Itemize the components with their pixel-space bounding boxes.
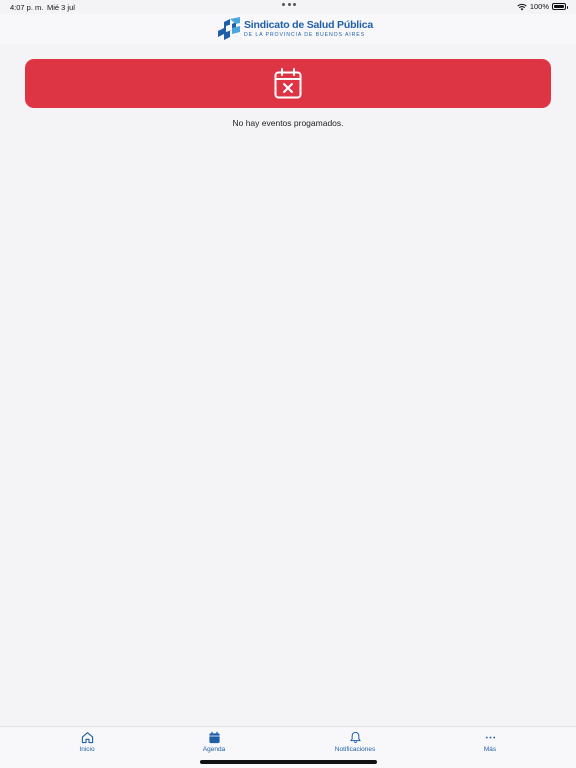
tab-inicio[interactable]: Inicio <box>42 731 132 753</box>
battery-level <box>554 5 564 8</box>
battery-percentage: 100% <box>529 2 549 11</box>
battery-icon <box>552 3 568 10</box>
empty-events-message: No hay eventos progamados. <box>232 118 344 128</box>
home-indicator[interactable] <box>200 760 377 764</box>
calendar-icon <box>208 731 220 744</box>
more-icon <box>485 736 495 739</box>
empty-state-banner <box>25 59 551 108</box>
bell-icon <box>349 731 361 743</box>
tab-label-mas: Más <box>483 746 497 753</box>
tab-bar: Inicio Agenda Notificaciones Más <box>0 726 576 768</box>
app-header: Sindicato de Salud Pública DE LA PROVINC… <box>0 14 576 44</box>
logo-cross-icon <box>218 17 240 40</box>
union-logo: Sindicato de Salud Pública DE LA PROVINC… <box>218 16 373 42</box>
status-indicators: 100% <box>517 2 568 11</box>
tab-label-inicio: Inicio <box>79 746 95 753</box>
tab-mas[interactable]: Más <box>445 731 535 753</box>
tab-label-notificaciones: Notificaciones <box>334 746 376 753</box>
calendar-x-icon <box>274 67 302 98</box>
wifi-icon <box>517 3 527 10</box>
tab-notificaciones[interactable]: Notificaciones <box>310 731 400 753</box>
status-date: Mié 3 jul <box>47 3 75 12</box>
tab-agenda[interactable]: Agenda <box>169 731 259 753</box>
logo-subtitle: DE LA PROVINCIA DE BUENOS AIRES <box>244 31 366 38</box>
multitasking-dots-icon[interactable] <box>282 3 296 7</box>
status-time: 4:07 p. m. <box>10 3 44 12</box>
tab-label-agenda: Agenda <box>202 746 226 753</box>
status-bar: 4:07 p. m. Mié 3 jul 100% <box>0 0 576 14</box>
home-icon <box>81 732 93 744</box>
logo-title: Sindicato de Salud Pública <box>244 19 373 32</box>
